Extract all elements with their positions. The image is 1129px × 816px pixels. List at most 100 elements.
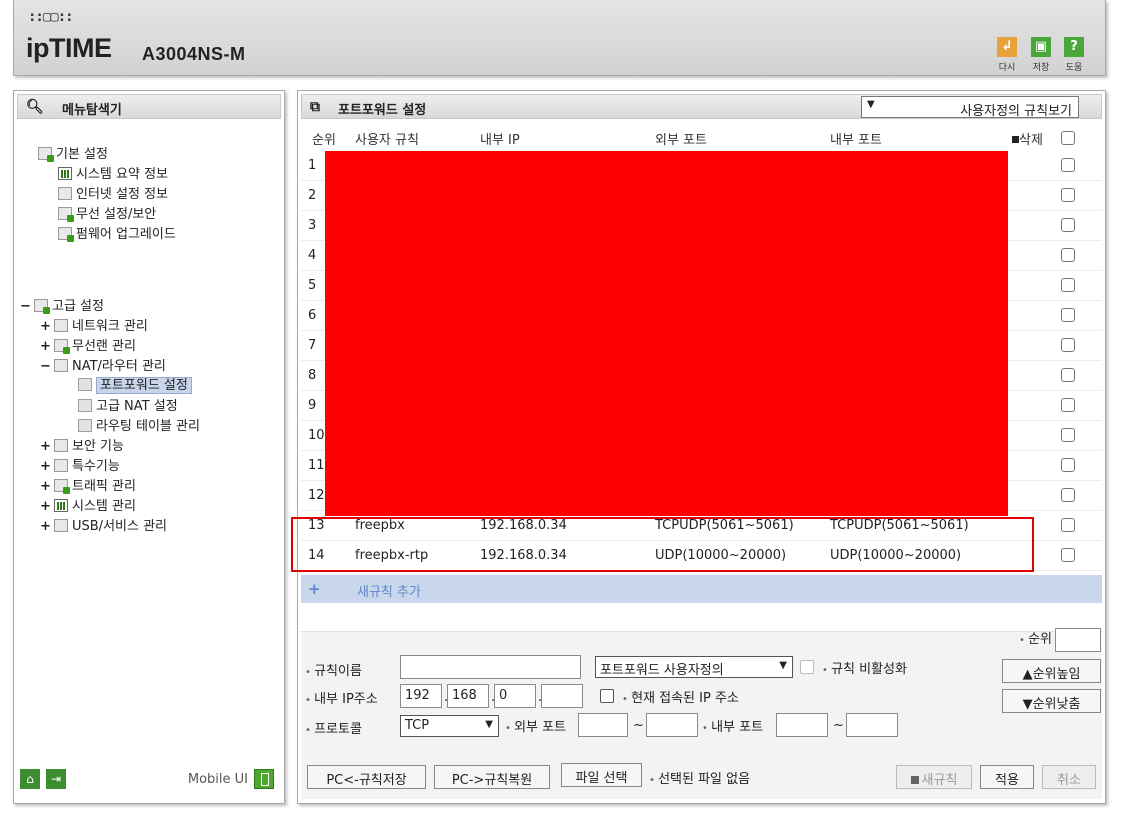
disable-rule-label: 규칙 비활성화 (822, 658, 907, 677)
row-order: 6 (308, 308, 317, 323)
tree-basic-settings[interactable]: 기본 설정 (38, 147, 108, 163)
row-delete-checkbox[interactable] (1061, 368, 1075, 382)
save-button[interactable]: ▣ 저장 (1028, 37, 1054, 73)
row-order: 1 (308, 158, 317, 173)
view-rules-select[interactable]: ▼ 사용자정의 규칙보기 (861, 96, 1079, 119)
tree-item-routing-table[interactable]: 라우팅 테이블 관리 (78, 419, 200, 435)
col-delete: 삭제 (1012, 129, 1043, 148)
tree-advanced-settings[interactable]: − 고급 설정 (20, 299, 104, 315)
row-delete-checkbox[interactable] (1061, 518, 1075, 532)
row-order: 11 (308, 458, 325, 473)
home-icon[interactable]: ⌂ (20, 769, 40, 789)
tree-item-wlan[interactable]: + 무선랜 관리 (40, 339, 136, 355)
ip-octet-1[interactable]: 192 (400, 684, 442, 708)
row-order: 4 (308, 248, 317, 263)
row-delete-checkbox[interactable] (1061, 188, 1075, 202)
rule-form: 규칙이름 포트포워드 사용자정의▼ 규칙 비활성화 내부 IP주소 192 . … (301, 628, 1102, 799)
computer-icon (58, 187, 72, 200)
tree-item-wireless-security[interactable]: 무선 설정/보안 (58, 207, 156, 223)
external-port-end[interactable] (646, 713, 698, 737)
order-up-button[interactable]: ▲순위높임 (1002, 659, 1101, 683)
refresh-icon: ↲ (997, 37, 1017, 57)
row-delete-checkbox[interactable] (1061, 308, 1075, 322)
pc-save-button[interactable]: PC<-규칙저장 (307, 765, 426, 789)
network-icon (54, 319, 68, 332)
file-select-button[interactable]: 파일 선택 (561, 763, 642, 787)
menu-explorer-panel: 🔍︎ 메뉴탐색기 기본 설정 시스템 요약 정보 인터넷 설정 정보 무선 설정… (13, 90, 285, 804)
order-input[interactable] (1055, 628, 1101, 652)
help-button[interactable]: ? 도움 (1061, 37, 1087, 73)
col-rule: 사용자 규칙 (355, 133, 419, 148)
row-delete-checkbox[interactable] (1061, 488, 1075, 502)
ip-octet-4[interactable] (541, 684, 583, 708)
logo-dots: ::▢▢:: (28, 9, 74, 25)
chevron-down-icon: ▼ (779, 660, 787, 671)
no-file-label: 선택된 파일 없음 (649, 768, 750, 787)
row-order: 12 (308, 488, 325, 503)
logout-icon[interactable]: ⇥ (46, 769, 66, 789)
ip-octet-3[interactable]: 0 (494, 684, 536, 708)
help-icon: ? (1064, 37, 1084, 57)
tree-item-usb-service[interactable]: + USB/서비스 관리 (40, 519, 167, 535)
chart-icon (58, 167, 72, 180)
rule-name-label: 규칙이름 (305, 660, 362, 679)
disable-rule-checkbox[interactable] (800, 660, 814, 674)
tree-item-port-forward[interactable]: 포트포워드 설정 (78, 377, 192, 394)
row-delete-checkbox[interactable] (1061, 218, 1075, 232)
new-rule-button[interactable]: 새규칙 (896, 765, 972, 789)
tree-item-security[interactable]: + 보안 기능 (40, 439, 124, 455)
tree-item-special[interactable]: + 특수기능 (40, 459, 120, 475)
order-down-button[interactable]: ▼순위낮춤 (1002, 689, 1101, 713)
port-forward-panel: ⧉ 포트포워드 설정 ▼ 사용자정의 규칙보기 순위 사용자 규칙 내부 IP … (291, 90, 1106, 804)
row-delete-checkbox[interactable] (1061, 278, 1075, 292)
mobile-ui-link[interactable]: Mobile UI (188, 772, 248, 787)
ip-octet-2[interactable]: 168 (447, 684, 489, 708)
sidebar-footer: ⌂ ⇥ Mobile UI (20, 769, 276, 791)
pc-restore-button[interactable]: PC->규칙복원 (434, 765, 550, 789)
tree-item-network[interactable]: + 네트워크 관리 (40, 319, 148, 335)
row-order: 2 (308, 188, 317, 203)
delete-all-icon[interactable] (1012, 136, 1019, 143)
tree-item-system-summary[interactable]: 시스템 요약 정보 (58, 167, 168, 183)
row-order: 7 (308, 338, 317, 353)
external-port-start[interactable] (578, 713, 628, 737)
protocol-select[interactable]: TCP ▼ (400, 715, 499, 737)
protocol-label: 프로토콜 (305, 718, 362, 737)
internal-port-start[interactable] (776, 713, 828, 737)
row-delete-checkbox[interactable] (1061, 338, 1075, 352)
row-delete-checkbox[interactable] (1061, 398, 1075, 412)
internal-port-end[interactable] (846, 713, 898, 737)
chart-icon (54, 499, 68, 512)
model-name: A3004NS-M (142, 44, 246, 64)
cancel-button[interactable]: 취소 (1042, 765, 1096, 789)
row-delete-checkbox[interactable] (1061, 428, 1075, 442)
row-delete-checkbox[interactable] (1061, 458, 1075, 472)
rule-name-input[interactable] (400, 655, 581, 679)
chevron-down-icon: ▼ (485, 719, 493, 730)
tree-item-internet-info[interactable]: 인터넷 설정 정보 (58, 187, 168, 203)
refresh-button[interactable]: ↲ 다시 (994, 37, 1020, 73)
tree-item-traffic[interactable]: + 트래픽 관리 (40, 479, 136, 495)
brand-logo: ipTIME (26, 33, 112, 63)
special-icon (54, 459, 68, 472)
tree-item-nat-router[interactable]: − NAT/라우터 관리 (40, 359, 166, 375)
row-order: 8 (308, 368, 317, 383)
highlight-box (291, 517, 1034, 572)
tree-item-system[interactable]: + 시스템 관리 (40, 499, 136, 515)
redacted-area (325, 151, 1008, 516)
row-delete-checkbox[interactable] (1061, 548, 1075, 562)
row-delete-checkbox[interactable] (1061, 248, 1075, 262)
usb-icon (54, 519, 68, 532)
current-ip-checkbox[interactable] (600, 689, 614, 703)
row-order: 3 (308, 218, 317, 233)
col-internal-ip: 내부 IP (480, 133, 520, 148)
tree-item-advanced-nat[interactable]: 고급 NAT 설정 (78, 399, 178, 415)
add-rule-row[interactable]: + 새규칙 추가 (301, 575, 1102, 603)
tree-item-firmware-upgrade[interactable]: 펌웨어 업그레이드 (58, 227, 176, 243)
rule-type-select[interactable]: 포트포워드 사용자정의 ▼ (595, 656, 793, 678)
mobile-icon[interactable] (254, 769, 274, 789)
row-delete-checkbox[interactable] (1061, 158, 1075, 172)
apply-button[interactable]: 적용 (980, 765, 1034, 789)
delete-all-checkbox[interactable] (1061, 131, 1075, 145)
plus-icon: + (308, 580, 321, 598)
